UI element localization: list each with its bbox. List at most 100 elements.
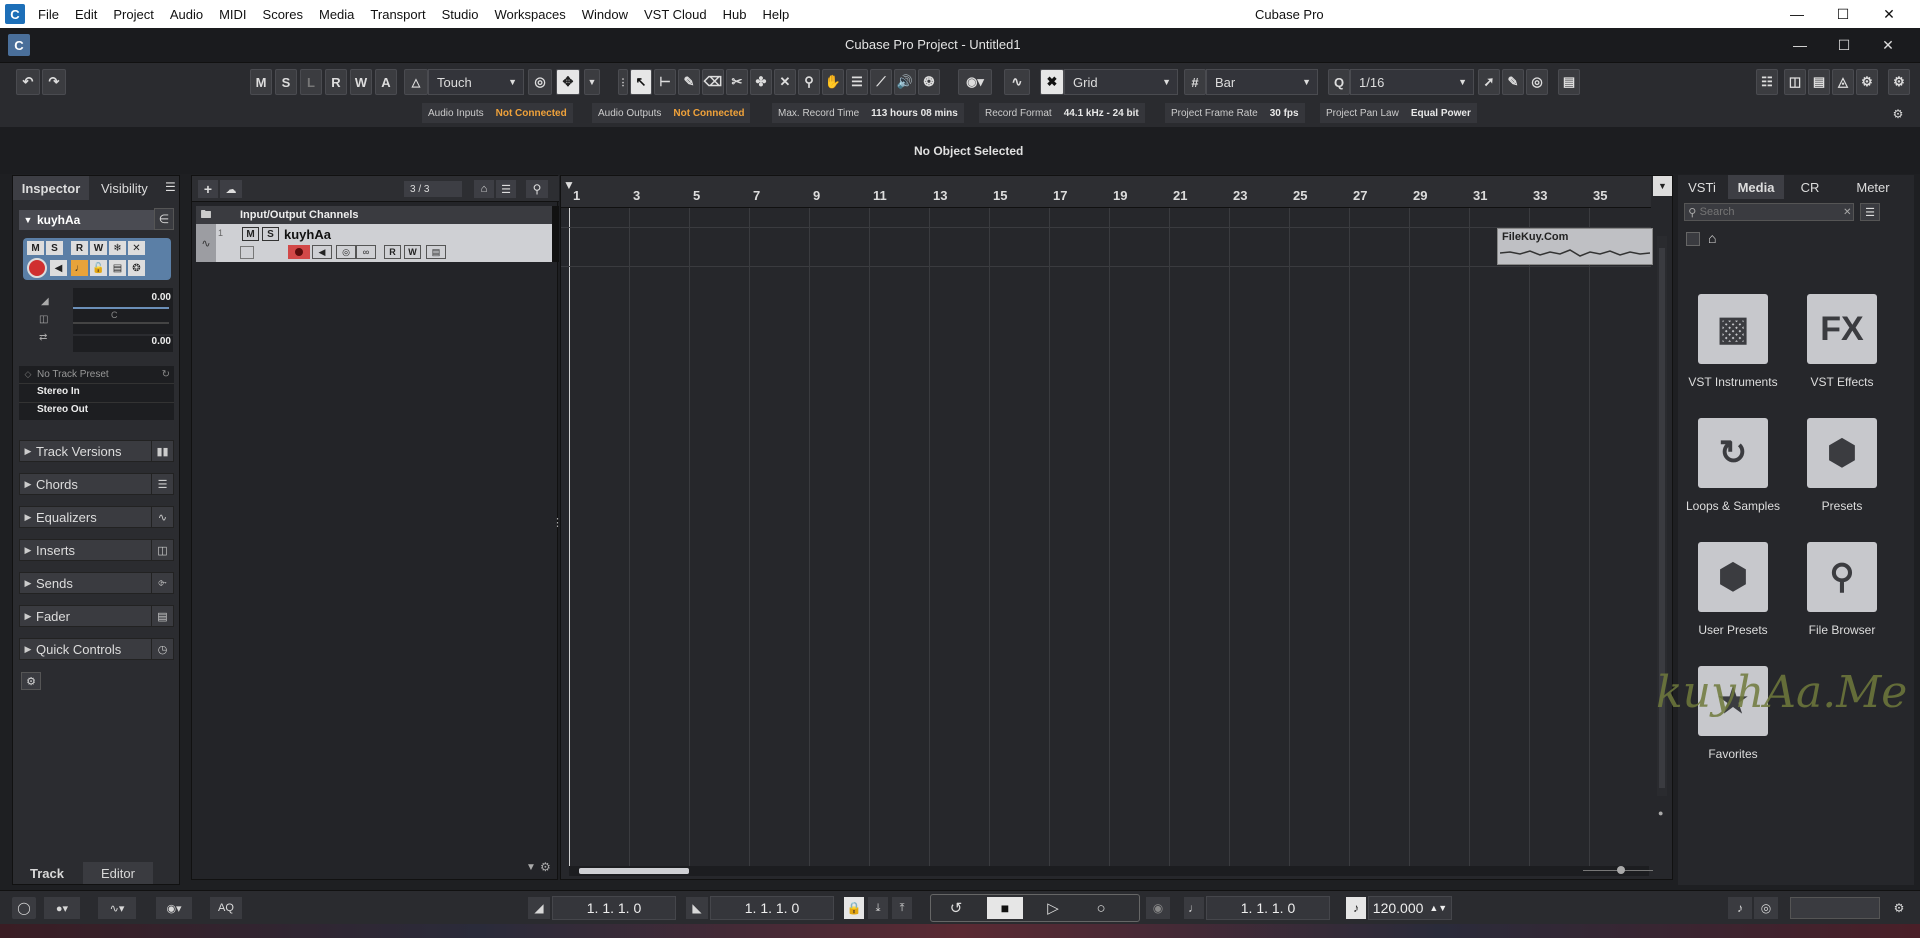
tempo-track-icon[interactable]: ♪ xyxy=(1346,897,1366,919)
inspector-read-button[interactable]: R xyxy=(71,241,88,255)
preset-reset-icon[interactable]: ↻ xyxy=(162,369,170,380)
presets-label[interactable]: Presets xyxy=(1787,499,1897,513)
align-icon[interactable]: ▤ xyxy=(1558,69,1580,95)
track-edit-icon[interactable]: ◎ xyxy=(336,245,356,259)
menu-edit[interactable]: Edit xyxy=(75,7,97,22)
tab-editor[interactable]: Editor xyxy=(83,862,153,884)
vst-effects-label[interactable]: VST Effects xyxy=(1787,375,1897,389)
menu-media[interactable]: Media xyxy=(319,7,354,22)
record-format-status[interactable]: Record Format 44.1 kHz - 24 bit xyxy=(979,103,1145,123)
metronome-menu-icon[interactable]: ◉▾ xyxy=(156,897,192,919)
project-maximize-button[interactable]: ☐ xyxy=(1824,33,1864,57)
iterative-quantize-icon[interactable]: ➚ xyxy=(1478,69,1500,95)
track-name[interactable]: kuyhAa xyxy=(284,227,331,242)
section-inserts[interactable]: ▶ Inserts ◫ xyxy=(19,539,174,561)
user-presets-label[interactable]: User Presets xyxy=(1678,623,1788,637)
quantize-reset-icon[interactable]: ◎ xyxy=(1526,69,1548,95)
mixer-layout-icon[interactable]: ☷ xyxy=(1756,69,1778,95)
chords-icon[interactable]: ☰ xyxy=(151,474,173,494)
presets-icon[interactable]: ⬢ xyxy=(1807,418,1877,488)
section-fader[interactable]: ▶ Fader ▤ xyxy=(19,605,174,627)
solo-button[interactable]: S xyxy=(275,69,297,95)
swing-icon[interactable]: ✎ xyxy=(1502,69,1524,95)
auto-quantize-button[interactable]: AQ xyxy=(210,897,242,919)
lock-icon[interactable]: 🔓 xyxy=(90,260,107,276)
edit-channel-icon[interactable]: ∈ xyxy=(154,208,174,230)
loops-samples-label[interactable]: Loops & Samples xyxy=(1678,499,1788,513)
sends-icon[interactable]: ⌱ xyxy=(151,573,173,593)
range-tool-icon[interactable]: ⊢ xyxy=(654,69,676,95)
channel-settings-icon[interactable]: ❂ xyxy=(128,260,145,276)
left-zone-icon[interactable]: ◫ xyxy=(1784,69,1806,95)
inspector-solo-button[interactable]: S xyxy=(46,241,63,255)
output-routing[interactable]: Stereo Out xyxy=(37,404,88,415)
volume-slider[interactable] xyxy=(73,307,169,309)
erase-tool-icon[interactable]: ⌫ xyxy=(702,69,724,95)
visibility-agents-icon[interactable]: ⌂ xyxy=(474,180,494,198)
zoom-handle[interactable] xyxy=(1617,866,1625,874)
horizontal-scrollbar[interactable] xyxy=(569,866,1649,876)
menu-hub[interactable]: Hub xyxy=(723,7,747,22)
quick-controls-icon[interactable]: ◷ xyxy=(151,639,173,659)
close-button[interactable]: ✕ xyxy=(1866,0,1912,28)
snap-type-select[interactable]: Grid ▼ xyxy=(1064,69,1178,95)
track-list-settings-gear-icon[interactable]: ⚙ xyxy=(540,860,551,874)
project-cursor[interactable] xyxy=(569,208,570,873)
lanes-icon[interactable]: ▤ xyxy=(109,260,126,276)
menu-file[interactable]: File xyxy=(38,7,59,22)
split-tool-icon[interactable]: ✂ xyxy=(726,69,748,95)
status-settings-gear-icon[interactable]: ⚙ xyxy=(1886,104,1910,124)
precount-icon[interactable]: ◎ xyxy=(1754,897,1778,919)
media-search-input[interactable] xyxy=(1699,206,1842,218)
folder-track-row[interactable]: 🖿 Input/Output Channels xyxy=(196,206,552,224)
project-close-button[interactable]: ✕ xyxy=(1868,33,1908,57)
loops-samples-icon[interactable]: ↻ xyxy=(1698,418,1768,488)
sync-icon[interactable]: ◉ xyxy=(1146,897,1170,919)
horizontal-zoom-slider[interactable] xyxy=(1583,864,1653,876)
track-write-button[interactable]: W xyxy=(404,245,421,259)
track-search-icon[interactable]: ⚲ xyxy=(526,180,548,198)
automation-mode-select[interactable]: Touch ▼ xyxy=(428,69,524,95)
menu-workspaces[interactable]: Workspaces xyxy=(494,7,565,22)
file-browser-label[interactable]: File Browser xyxy=(1787,623,1897,637)
right-zone-icon[interactable]: ◬ xyxy=(1832,69,1854,95)
track-list-menu-icon[interactable]: ☰ xyxy=(496,180,516,198)
timebase-icon[interactable]: ♩ xyxy=(71,260,88,276)
inspector-menu-icon[interactable]: ☰ xyxy=(165,180,176,194)
stop-icon[interactable]: ■ xyxy=(987,897,1023,919)
frame-rate-status[interactable]: Project Frame Rate 30 fps xyxy=(1165,103,1305,123)
track-lanes-icon[interactable]: ▤ xyxy=(426,245,446,259)
add-track-icon[interactable]: + xyxy=(198,180,218,198)
fader-icon[interactable]: ▤ xyxy=(151,606,173,626)
audio-inputs-status[interactable]: Audio Inputs Not Connected xyxy=(422,103,573,123)
favorites-label[interactable]: Favorites xyxy=(1678,747,1788,761)
monitor-icon[interactable]: ◀ xyxy=(50,260,67,276)
track-record-button[interactable] xyxy=(288,245,310,259)
edit-mode-icon[interactable]: ◎ xyxy=(528,69,552,95)
inspector-track-header[interactable]: ▼ kuyhAa ▶ xyxy=(19,210,174,230)
undo-icon[interactable]: ↶ xyxy=(16,69,40,95)
menu-midi[interactable]: MIDI xyxy=(219,7,246,22)
input-routing[interactable]: Stereo In xyxy=(37,386,80,397)
auto-crossfade-icon[interactable]: ∿ xyxy=(1004,69,1030,95)
section-sends[interactable]: ▶ Sends ⌱ xyxy=(19,572,174,594)
lower-zone-icon[interactable]: ▤ xyxy=(1808,69,1830,95)
transport-settings-gear-icon[interactable]: ⚙ xyxy=(1888,897,1910,919)
tool-handle-icon[interactable]: ⋮ xyxy=(618,69,628,95)
quantize-preset-select[interactable]: 1/16 ▼ xyxy=(1350,69,1474,95)
right-locator-display[interactable]: 1. 1. 1. 0 xyxy=(710,896,834,920)
audio-event[interactable]: FileKuy.Com xyxy=(1497,228,1653,265)
vst-instruments-icon[interactable]: ▩ xyxy=(1698,294,1768,364)
toolbar-settings-gear-icon[interactable]: ⚙ xyxy=(1888,69,1910,95)
zoom-in-vertical-icon[interactable]: ● xyxy=(1658,808,1663,818)
listen-button[interactable]: L xyxy=(300,69,322,95)
media-list-view-icon[interactable]: ☰ xyxy=(1860,203,1880,221)
menu-help[interactable]: Help xyxy=(763,7,790,22)
comp-tool-icon[interactable]: ☰ xyxy=(846,69,868,95)
clear-search-icon[interactable]: ✕ xyxy=(1842,207,1853,218)
track-link-icon[interactable]: ∞ xyxy=(356,245,376,259)
tab-control-room[interactable]: CR xyxy=(1786,175,1834,199)
user-presets-icon[interactable]: ⬢ xyxy=(1698,542,1768,612)
track-versions-icon[interactable]: ▮▮ xyxy=(151,441,173,461)
grid-type-select[interactable]: Bar ▼ xyxy=(1206,69,1318,95)
